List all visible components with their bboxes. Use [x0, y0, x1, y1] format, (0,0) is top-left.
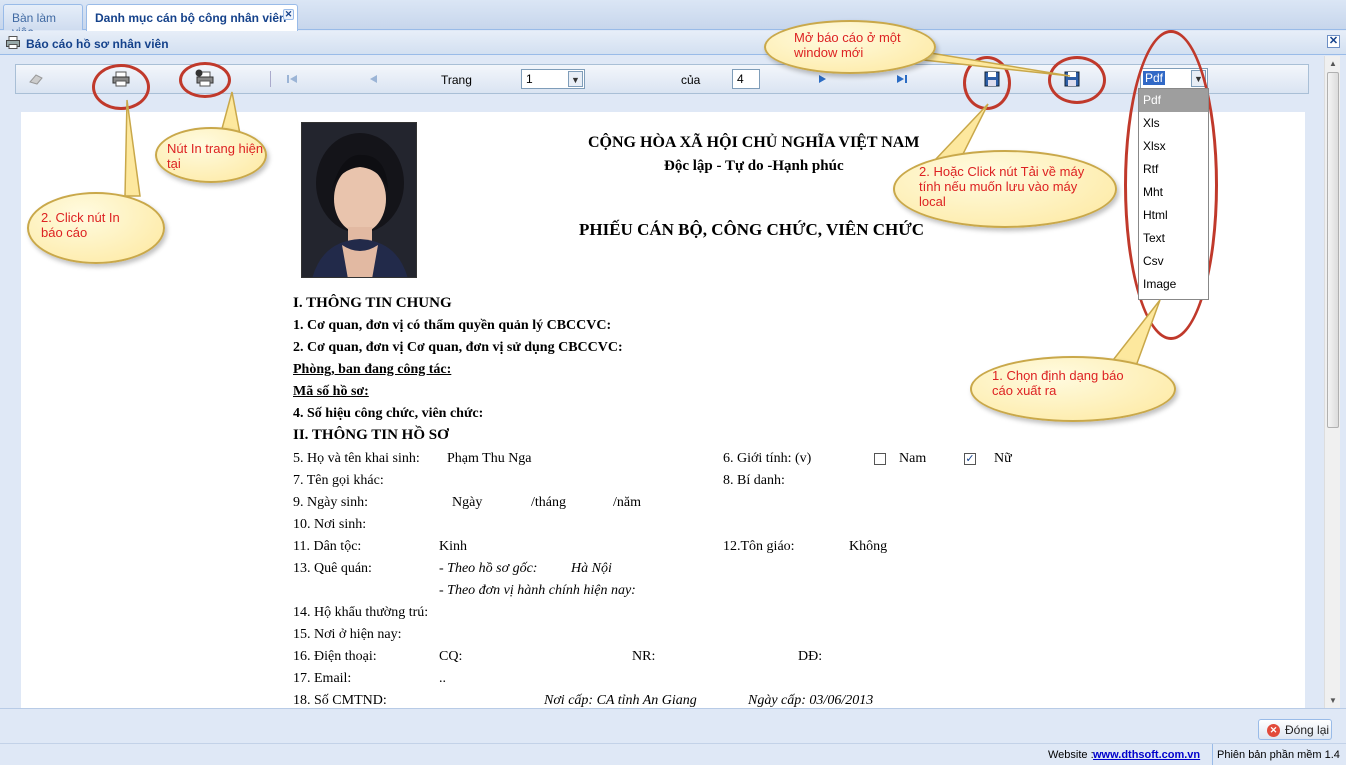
callout-download: 2. Hoặc Click nút Tải về máy tính nếu mu… [893, 150, 1117, 228]
panel-footer: ✕ Đóng lại [0, 708, 1346, 742]
callout-print-report: 2. Click nút In báo cáo [27, 192, 165, 264]
website-link[interactable]: www.dthsoft.com.vn [1093, 749, 1200, 761]
status-bar: Website : www.dthsoft.com.vn Phiên bản p… [0, 743, 1346, 765]
close-icon: ✕ [1267, 724, 1280, 737]
status-separator [1212, 744, 1213, 765]
close-button[interactable]: ✕ Đóng lại [1258, 719, 1332, 740]
website-label: Website : [1048, 749, 1094, 761]
callout-print-current: Nút In trang hiện tại [155, 127, 267, 183]
version-label: Phiên bản phần mềm 1.4 [1217, 749, 1340, 761]
close-button-label: Đóng lại [1285, 723, 1330, 737]
callout-new-window: Mở báo cáo ở một window mới [764, 20, 936, 74]
callout-choose-format: 1. Chọn định dạng báo cáo xuất ra [970, 356, 1176, 422]
